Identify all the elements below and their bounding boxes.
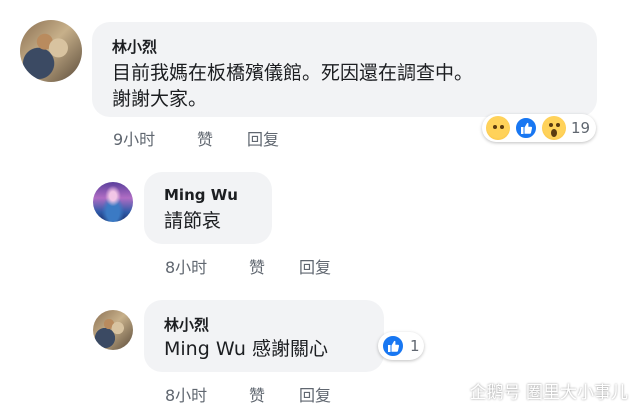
comment-text-line: 目前我媽在板橋殯儀館。死因還在調查中。 bbox=[112, 62, 474, 84]
comment-time[interactable]: 8小时 bbox=[165, 382, 207, 406]
reply-link[interactable]: 回复 bbox=[299, 382, 331, 406]
comment-time[interactable]: 9小时 bbox=[113, 126, 155, 150]
reply-link[interactable]: 回复 bbox=[247, 126, 279, 150]
reaction-count: 19 bbox=[571, 119, 591, 137]
wow-reaction-icon bbox=[542, 116, 566, 140]
reply-link[interactable]: 回复 bbox=[299, 254, 331, 278]
reaction-summary[interactable]: 1 bbox=[378, 332, 424, 360]
avatar[interactable] bbox=[93, 310, 133, 350]
reaction-count: 1 bbox=[410, 337, 420, 355]
sad-reaction-icon bbox=[486, 116, 510, 140]
comment-text-line: Ming Wu 感謝關心 bbox=[164, 338, 329, 360]
reaction-summary[interactable]: 19 bbox=[482, 114, 596, 142]
comment-bubble: Ming Wu 請節哀 bbox=[144, 172, 272, 244]
like-link[interactable]: 赞 bbox=[249, 382, 265, 406]
like-reaction-icon bbox=[381, 334, 405, 358]
like-link[interactable]: 赞 bbox=[197, 126, 213, 150]
like-link[interactable]: 赞 bbox=[249, 254, 265, 278]
watermark: 企鹅号 圈里大小事儿 bbox=[469, 383, 628, 403]
comment-author[interactable]: Ming Wu bbox=[164, 186, 238, 204]
comment-text-line: 請節哀 bbox=[164, 210, 222, 232]
comment-author[interactable]: 林小烈 bbox=[112, 36, 157, 57]
comment-bubble: 林小烈 目前我媽在板橋殯儀館。死因還在調查中。 謝謝大家。 bbox=[92, 22, 597, 117]
like-reaction-icon bbox=[514, 116, 538, 140]
comment-author[interactable]: 林小烈 bbox=[164, 314, 209, 335]
avatar[interactable] bbox=[93, 182, 133, 222]
comment-time[interactable]: 8小时 bbox=[165, 254, 207, 278]
comment-text-line: 謝謝大家。 bbox=[112, 88, 208, 110]
comment-bubble: 林小烈 Ming Wu 感謝關心 bbox=[144, 300, 384, 372]
avatar[interactable] bbox=[20, 20, 82, 82]
